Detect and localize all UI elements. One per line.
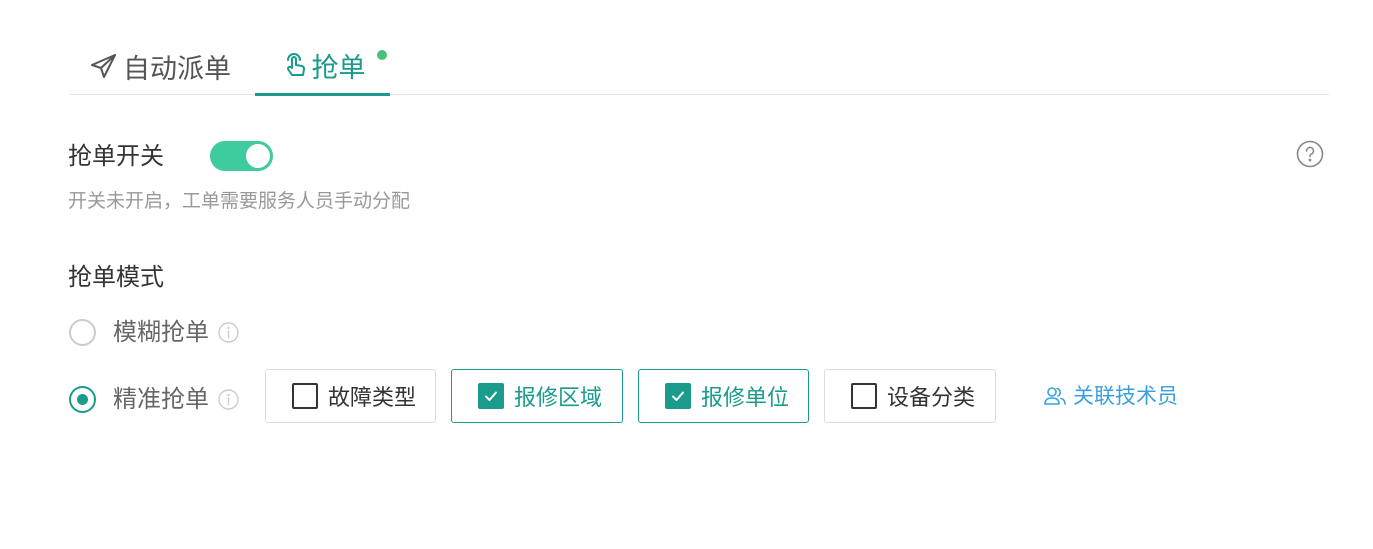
tab-auto-dispatch[interactable]: 自动派单 bbox=[89, 38, 231, 94]
criteria-repair-unit-label: 报修单位 bbox=[701, 386, 790, 411]
radio-fuzzy-grab[interactable]: 模糊抢单 bbox=[69, 316, 239, 348]
link-technicians[interactable]: 关联技术员 bbox=[1043, 381, 1178, 411]
link-technicians-label: 关联技术员 bbox=[1073, 384, 1178, 408]
checkbox-unchecked[interactable] bbox=[292, 383, 318, 409]
grab-switch-toggle[interactable] bbox=[210, 141, 273, 171]
tab-grab-order[interactable]: 抢单 bbox=[255, 38, 390, 96]
tab-grab-order-label: 抢单 bbox=[311, 53, 366, 84]
radio-precise-grab-label: 精准抢单 bbox=[113, 385, 209, 413]
check-icon bbox=[672, 391, 684, 401]
criteria-device-category[interactable]: 设备分类 bbox=[824, 369, 996, 423]
tab-bar: 自动派单 抢单 bbox=[69, 38, 1329, 96]
checkbox-unchecked[interactable] bbox=[851, 383, 877, 409]
radio-precise-grab[interactable]: 精准抢单 bbox=[69, 383, 239, 415]
checkbox-checked[interactable] bbox=[478, 383, 504, 409]
toggle-knob bbox=[246, 144, 270, 168]
criteria-device-category-label: 设备分类 bbox=[887, 386, 976, 411]
checkbox-checked[interactable] bbox=[665, 383, 691, 409]
criteria-repair-area[interactable]: 报修区域 bbox=[451, 369, 623, 423]
radio-fuzzy-grab-label: 模糊抢单 bbox=[113, 318, 209, 346]
criteria-fault-type[interactable]: 故障类型 bbox=[265, 369, 436, 423]
notification-dot bbox=[377, 50, 387, 60]
hand-tap-icon bbox=[280, 51, 310, 81]
info-icon[interactable] bbox=[218, 388, 239, 410]
check-icon bbox=[485, 391, 497, 401]
radio-precise-grab-circle[interactable] bbox=[69, 385, 96, 413]
radio-fuzzy-grab-circle[interactable] bbox=[69, 318, 96, 346]
criteria-fault-type-label: 故障类型 bbox=[328, 386, 417, 411]
grab-switch-label: 抢单开关 bbox=[68, 142, 164, 170]
criteria-repair-area-label: 报修区域 bbox=[514, 386, 603, 411]
tab-auto-dispatch-label: 自动派单 bbox=[123, 53, 231, 85]
criteria-repair-unit[interactable]: 报修单位 bbox=[638, 369, 809, 423]
help-icon[interactable] bbox=[1296, 140, 1324, 168]
send-icon bbox=[89, 51, 119, 81]
info-icon[interactable] bbox=[218, 321, 239, 343]
grab-switch-description: 开关未开启，工单需要服务人员手动分配 bbox=[68, 190, 411, 212]
grab-mode-title: 抢单模式 bbox=[68, 263, 164, 291]
users-icon bbox=[1043, 384, 1067, 408]
